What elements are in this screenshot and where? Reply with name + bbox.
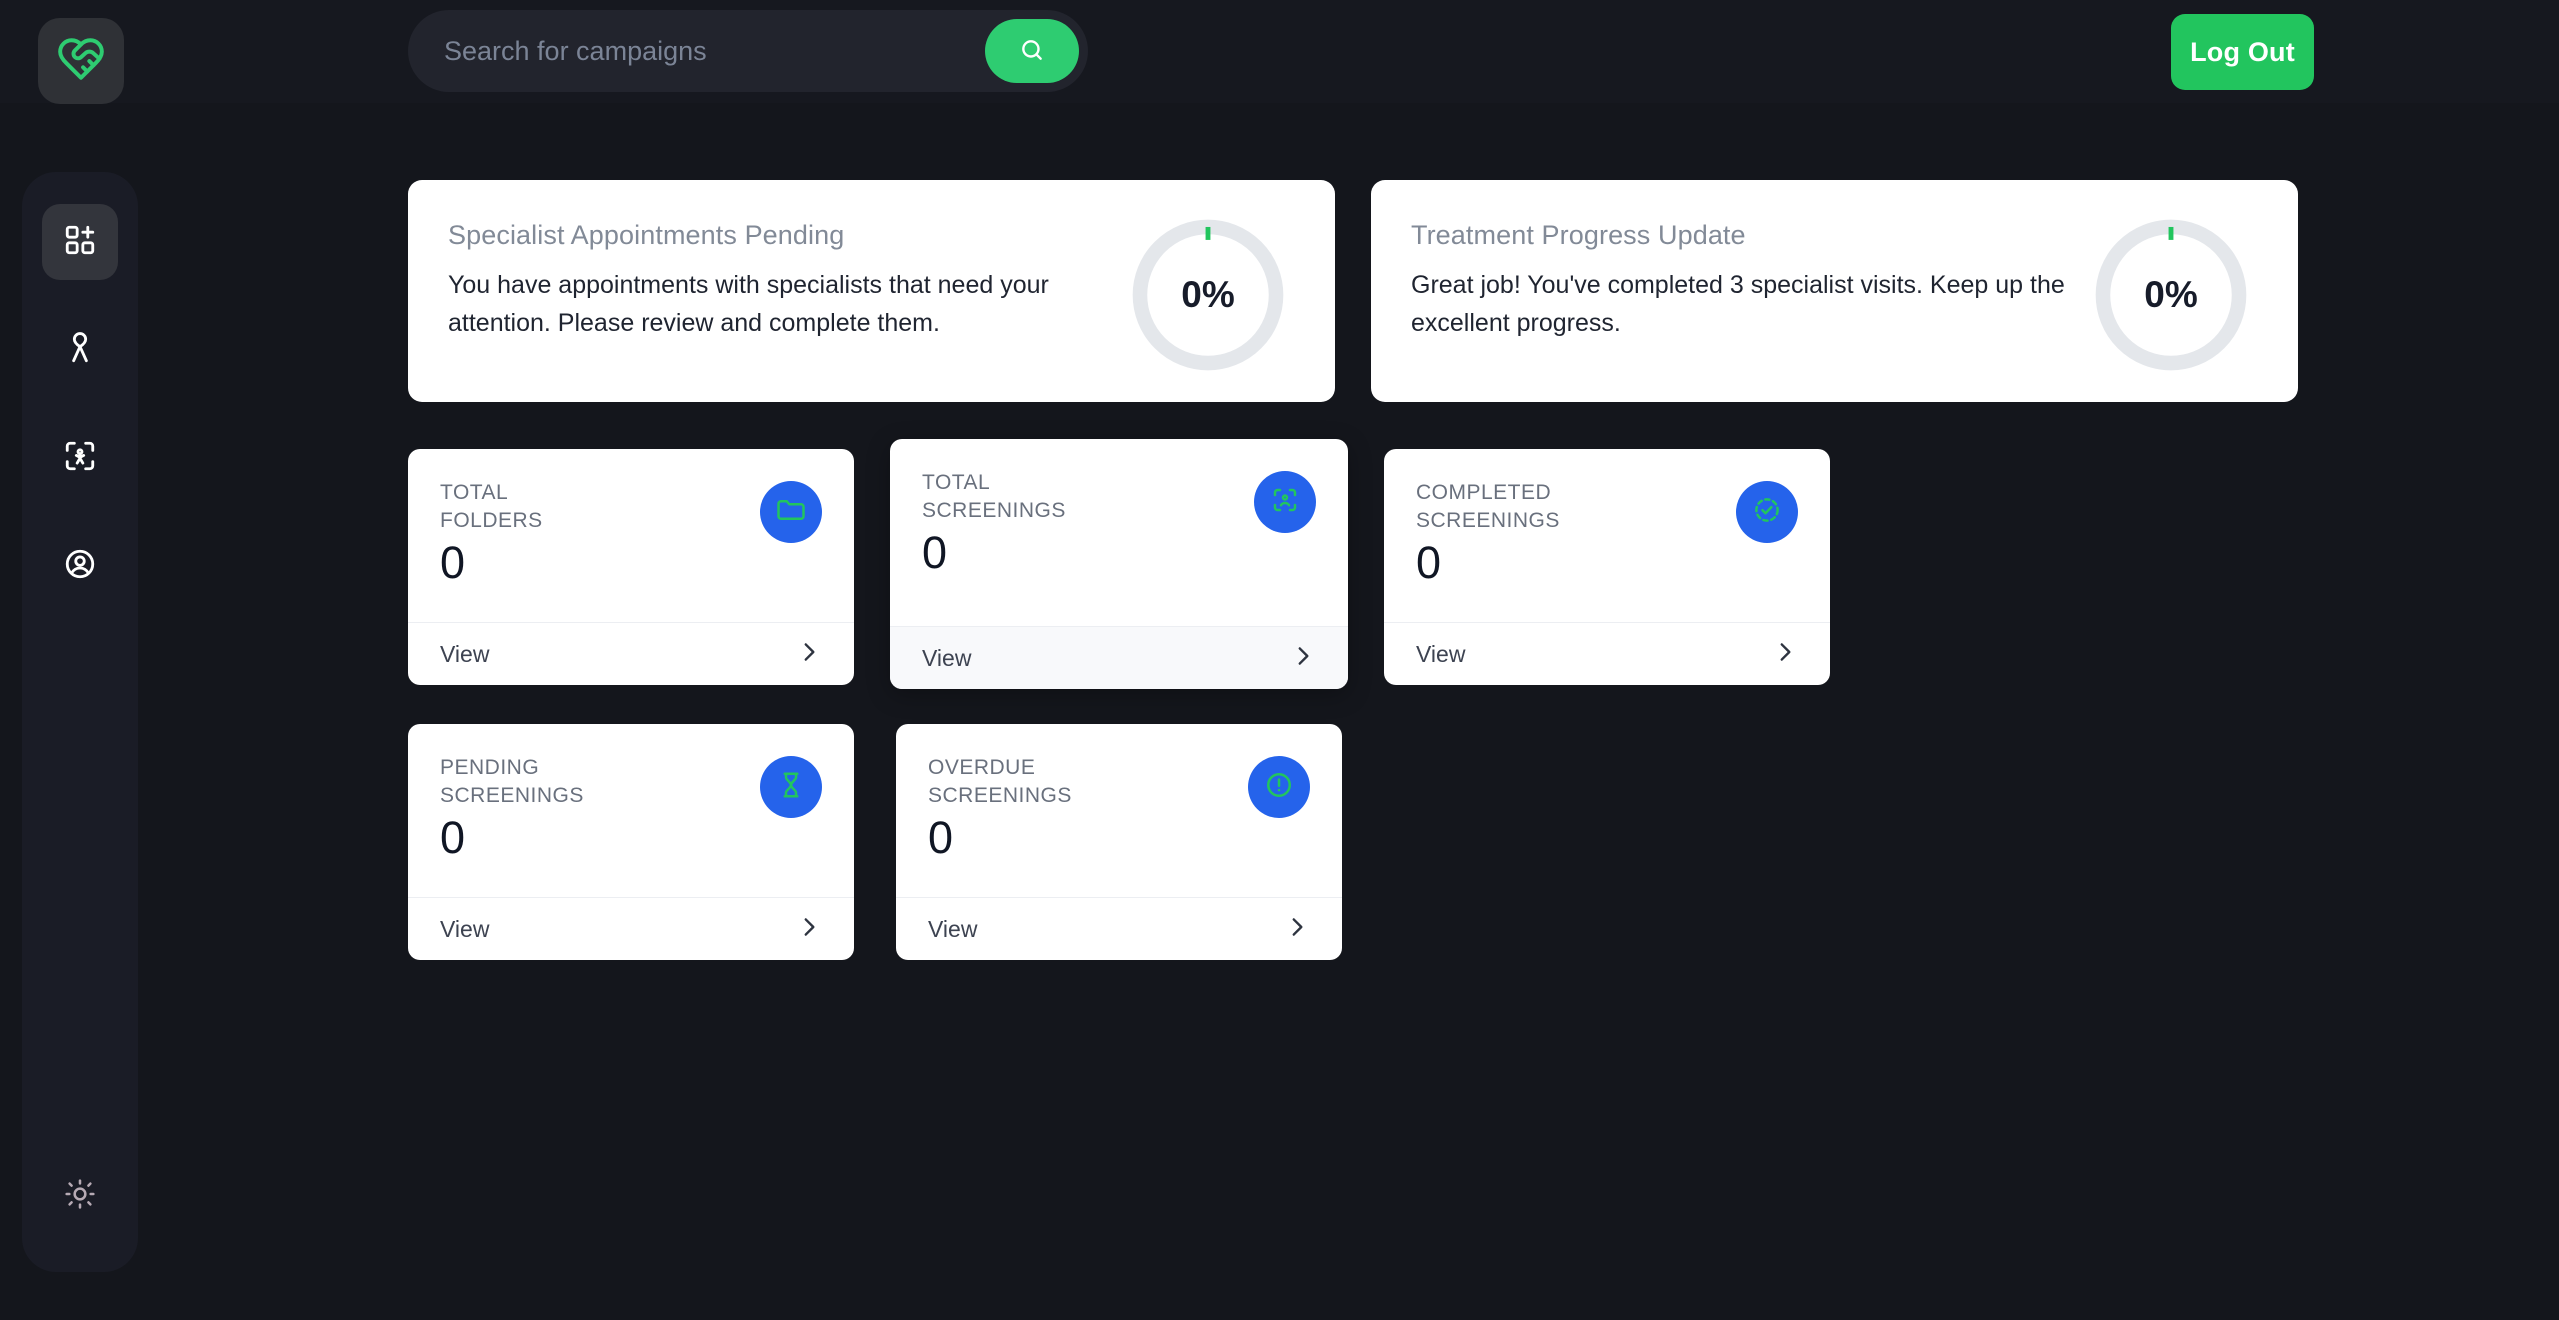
sidebar-item-campaigns[interactable] (42, 312, 118, 388)
sidebar (22, 172, 138, 1272)
stat-value: 0 (922, 527, 948, 579)
chevron-right-icon (1290, 643, 1316, 674)
stat-view-label: View (440, 915, 490, 942)
stat-card-pending-screenings[interactable]: PENDING SCREENINGS 0 View (408, 724, 854, 960)
alert-card: Treatment Progress Update Great job! You… (1371, 180, 2298, 402)
stat-label: COMPLETED SCREENINGS (1416, 481, 1560, 532)
stat-card-view-action[interactable]: View (896, 897, 1342, 960)
stat-badge (1248, 756, 1310, 818)
stat-value: 0 (440, 812, 466, 864)
stat-badge (1254, 471, 1316, 533)
main-content: Specialist Appointments Pending You have… (408, 180, 2298, 989)
person-scan-icon (63, 439, 97, 478)
theme-toggle-button[interactable] (42, 1158, 118, 1234)
grid-plus-icon (63, 223, 97, 262)
search-icon (1019, 37, 1045, 66)
progress-percent-label: 0% (2144, 274, 2198, 315)
stat-label: OVERDUE SCREENINGS (928, 756, 1072, 807)
stat-card-completed-screenings[interactable]: COMPLETED SCREENINGS 0 View (1384, 449, 1830, 685)
stat-label: TOTAL SCREENINGS (922, 471, 1066, 522)
folder-icon (776, 495, 806, 530)
chevron-right-icon (796, 914, 822, 945)
alert-circle-icon (1264, 770, 1294, 805)
progress-percent-label: 0% (1181, 274, 1235, 315)
sun-icon (64, 1178, 96, 1215)
stat-card-total-folders[interactable]: TOTAL FOLDERS 0 View (408, 449, 854, 685)
alert-title: Treatment Progress Update (1411, 220, 1746, 250)
chevron-right-icon (1284, 914, 1310, 945)
heart-handshake-logo-icon (56, 34, 106, 89)
stat-value: 0 (928, 812, 954, 864)
sidebar-item-profile[interactable] (42, 528, 118, 604)
chevron-right-icon (796, 639, 822, 670)
stat-value: 0 (440, 537, 466, 589)
stat-card-grid: TOTAL FOLDERS 0 View TOTAL SCREENINGS 0 … (408, 439, 2308, 989)
alert-body: Great job! You've completed 3 specialist… (1411, 271, 2065, 337)
stat-view-label: View (440, 640, 490, 667)
stat-card-view-action[interactable]: View (408, 897, 854, 960)
stat-view-label: View (922, 644, 972, 671)
stat-card-view-action[interactable]: View (408, 622, 854, 685)
logout-button[interactable]: Log Out (2171, 14, 2314, 90)
alert-card-row: Specialist Appointments Pending You have… (408, 180, 2298, 402)
stat-badge (760, 481, 822, 543)
stat-card-view-action[interactable]: View (890, 626, 1348, 689)
stat-card-total-screenings[interactable]: TOTAL SCREENINGS 0 View (890, 439, 1348, 689)
top-bar: Log Out (0, 0, 2559, 104)
progress-donut: 0% (2090, 214, 2252, 376)
user-circle-icon (63, 547, 97, 586)
stat-view-label: View (1416, 640, 1466, 667)
chevron-right-icon (1772, 639, 1798, 670)
progress-donut: 0% (1127, 214, 1289, 376)
stat-label: TOTAL FOLDERS (440, 481, 543, 532)
ribbon-icon (63, 331, 97, 370)
app-logo[interactable] (38, 18, 124, 104)
search-input[interactable] (408, 10, 985, 92)
stat-card-view-action[interactable]: View (1384, 622, 1830, 685)
face-scan-icon (1270, 485, 1300, 520)
stat-badge (1736, 481, 1798, 543)
hourglass-icon (776, 770, 806, 805)
alert-title: Specialist Appointments Pending (448, 220, 845, 250)
stat-card-overdue-screenings[interactable]: OVERDUE SCREENINGS 0 View (896, 724, 1342, 960)
stat-badge (760, 756, 822, 818)
alert-card: Specialist Appointments Pending You have… (408, 180, 1335, 402)
sidebar-item-dashboard[interactable] (42, 204, 118, 280)
check-dashed-icon (1752, 495, 1782, 530)
search-bar[interactable] (408, 10, 1088, 92)
alert-body: You have appointments with specialists t… (448, 271, 1049, 337)
stat-value: 0 (1416, 537, 1442, 589)
sidebar-item-screenings[interactable] (42, 420, 118, 496)
stat-view-label: View (928, 915, 978, 942)
search-button[interactable] (985, 19, 1079, 83)
stat-label: PENDING SCREENINGS (440, 756, 584, 807)
